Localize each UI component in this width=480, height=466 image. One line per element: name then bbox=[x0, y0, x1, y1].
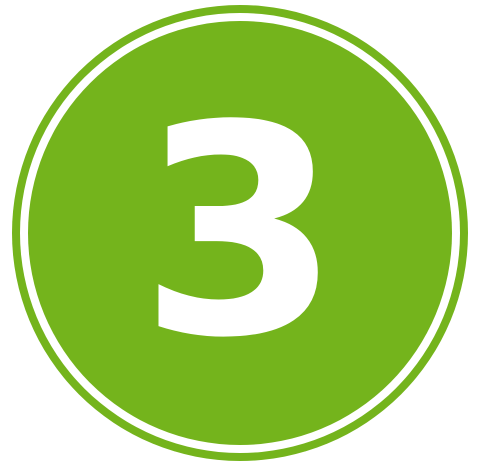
badge-graphic: 3 bbox=[12, 5, 468, 461]
badge-number: 3 bbox=[139, 65, 341, 402]
number-badge: 3 bbox=[0, 0, 480, 466]
